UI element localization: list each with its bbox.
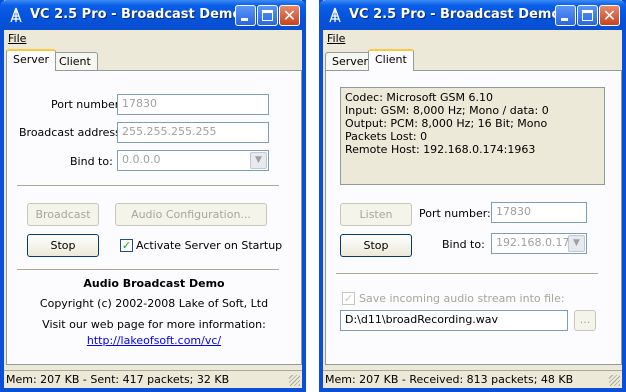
minimize-button[interactable] <box>555 5 576 26</box>
connection-info: Codec: Microsoft GSM 6.10 Input: GSM: 8,… <box>340 87 605 185</box>
bind-combo[interactable]: 0.0.0.0 ▼ <box>117 150 269 171</box>
app-antenna-icon <box>10 7 22 23</box>
listen-button[interactable]: Listen <box>340 203 412 226</box>
checkmark-icon: ✓ <box>121 239 132 252</box>
maximize-button[interactable] <box>577 5 598 26</box>
broadcast-button[interactable]: Broadcast <box>27 203 99 226</box>
port-label: Port number: <box>419 207 491 220</box>
bind-value: 192.168.0.174 <box>496 236 577 249</box>
tab-server[interactable]: Server <box>6 49 57 71</box>
status-bar: Mem: 207 KB - Received: 813 packets; 48 … <box>323 370 622 388</box>
close-button[interactable]: ✕ <box>279 5 300 26</box>
close-icon: ✕ <box>282 6 297 25</box>
status-text: Mem: 207 KB - Received: 813 packets; 48 … <box>325 373 574 386</box>
bind-label: Bind to: <box>70 155 113 168</box>
checkmark-icon: ✓ <box>343 292 354 305</box>
broadcast-address-label: Broadcast address: <box>19 126 125 139</box>
activate-checkbox[interactable]: ✓ <box>120 239 133 252</box>
port-label: Port number: <box>51 98 123 111</box>
menu-file[interactable]: File <box>327 32 345 45</box>
title-bar[interactable]: VC 2.5 Pro - Broadcast Demo ✕ <box>319 0 626 30</box>
chevron-down-icon[interactable]: ▼ <box>250 152 267 169</box>
minimize-icon <box>241 18 248 21</box>
title-bar[interactable]: VC 2.5 Pro - Broadcast Demo ✕ <box>0 0 306 30</box>
close-icon: ✕ <box>602 6 617 25</box>
close-button[interactable]: ✕ <box>599 5 620 26</box>
divider <box>336 273 598 275</box>
minimize-icon <box>561 18 568 21</box>
website-link[interactable]: http://lakeofsoft.com/vc/ <box>87 334 221 347</box>
visit-text: Visit our web page for more information: <box>42 318 266 331</box>
activate-label: Activate Server on Startup <box>136 239 283 252</box>
window-server: VC 2.5 Pro - Broadcast Demo ✕ File Serve… <box>0 0 306 392</box>
divider <box>17 269 279 271</box>
size-grip-icon[interactable] <box>609 375 620 386</box>
bind-combo[interactable]: 192.168.0.174 ▼ <box>491 233 587 254</box>
bind-label: Bind to: <box>442 238 485 251</box>
minimize-button[interactable] <box>235 5 256 26</box>
tab-client[interactable]: Client <box>368 49 414 71</box>
copyright-text: Copyright (c) 2002-2008 Lake of Soft, Lt… <box>39 297 269 310</box>
divider <box>17 185 279 187</box>
status-text: Mem: 207 KB - Sent: 417 packets; 32 KB <box>6 373 230 386</box>
maximize-button[interactable] <box>257 5 278 26</box>
browse-button[interactable]: ... <box>574 310 596 331</box>
stop-button[interactable]: Stop <box>340 234 412 257</box>
port-field[interactable]: 17830 <box>117 94 269 115</box>
chevron-down-icon[interactable]: ▼ <box>568 235 585 252</box>
port-field[interactable]: 17830 <box>491 202 587 223</box>
maximize-icon <box>582 10 593 21</box>
menu-file[interactable]: File <box>8 32 26 45</box>
save-stream-label: Save incoming audio stream into file: <box>359 292 565 305</box>
broadcast-address-field[interactable]: 255.255.255.255 <box>117 122 269 143</box>
about-title: Audio Broadcast Demo <box>83 277 225 290</box>
window-client: VC 2.5 Pro - Broadcast Demo ✕ File Serve… <box>319 0 626 392</box>
file-path-field[interactable]: D:\d11\broadRecording.wav <box>340 310 568 331</box>
stop-button[interactable]: Stop <box>27 234 99 257</box>
status-bar: Mem: 207 KB - Sent: 417 packets; 32 KB <box>4 370 302 388</box>
menu-bar: File <box>323 30 622 47</box>
menu-bar: File <box>4 30 302 47</box>
save-stream-checkbox[interactable]: ✓ <box>342 292 355 305</box>
server-panel: Port number: 17830 Broadcast address: 25… <box>6 70 302 365</box>
size-grip-icon[interactable] <box>289 375 300 386</box>
app-antenna-icon <box>329 7 341 23</box>
window-title: VC 2.5 Pro - Broadcast Demo <box>349 7 561 22</box>
tab-client[interactable]: Client <box>52 52 98 72</box>
maximize-icon <box>262 10 273 21</box>
client-panel: Codec: Microsoft GSM 6.10 Input: GSM: 8,… <box>325 70 622 365</box>
window-title: VC 2.5 Pro - Broadcast Demo <box>30 7 242 22</box>
bind-value: 0.0.0.0 <box>122 153 161 166</box>
audio-configuration-button[interactable]: Audio Configuration... <box>115 203 267 226</box>
